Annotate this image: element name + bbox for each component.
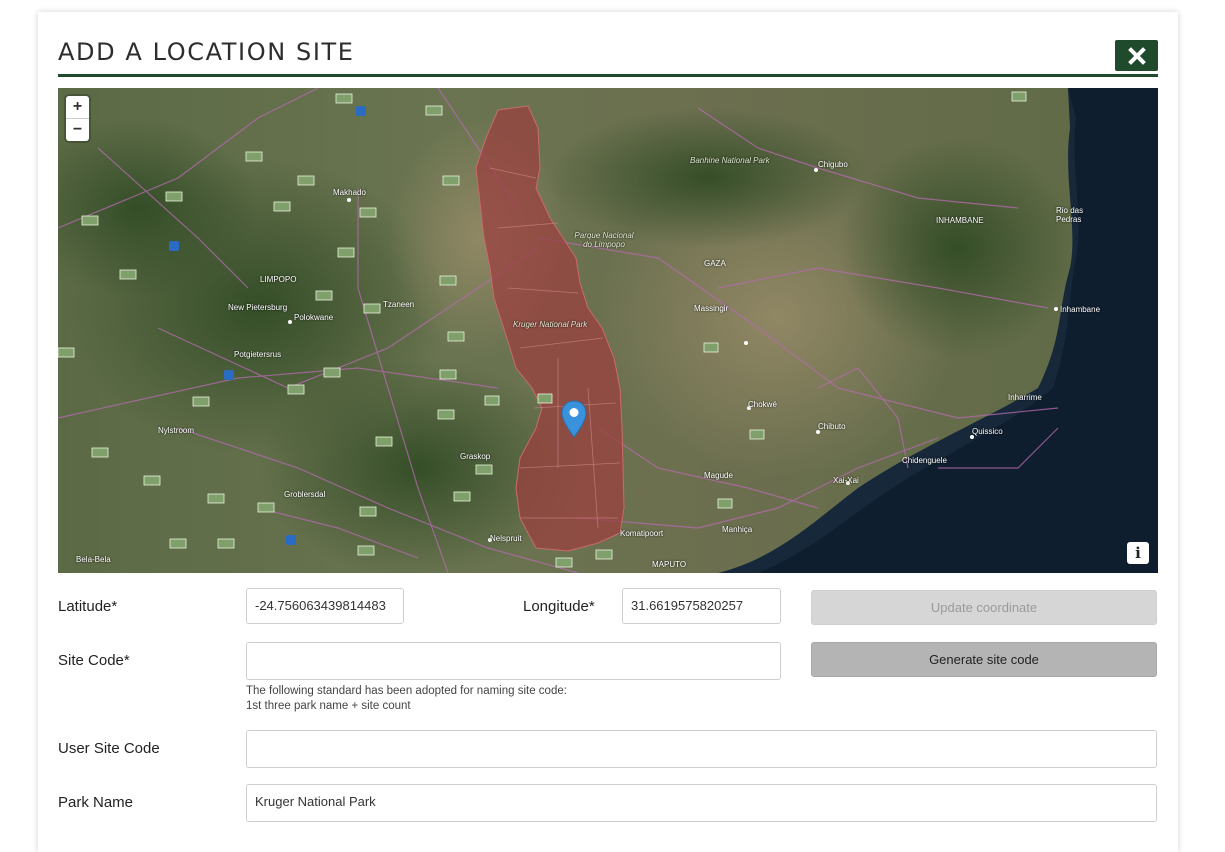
map-label-xai-xai: Xai-Xai bbox=[833, 476, 859, 485]
map-label-kruger: Kruger National Park bbox=[513, 320, 588, 329]
map-label-magude: Magude bbox=[704, 471, 733, 480]
user-site-code-label: User Site Code bbox=[58, 740, 160, 757]
map-label-chokwe: Chokwé bbox=[748, 400, 777, 409]
user-site-code-input[interactable] bbox=[246, 730, 1157, 768]
park-name-label: Park Name bbox=[58, 794, 134, 811]
map-label-inhambane-province: INHAMBANE bbox=[936, 216, 984, 225]
map-label-tzaneen: Tzaneen bbox=[383, 300, 415, 309]
map-label-inhambane: Inhambane bbox=[1060, 305, 1101, 314]
map-pin-icon[interactable] bbox=[561, 400, 587, 438]
map-label-komatipoort: Komatipoort bbox=[620, 529, 664, 538]
map-info-button[interactable]: i bbox=[1127, 542, 1149, 564]
site-code-label: Site Code* bbox=[58, 652, 130, 669]
map-label-limpopo: LIMPOPO bbox=[260, 275, 297, 284]
zoom-in-button[interactable]: + bbox=[66, 96, 89, 118]
add-location-site-modal: ADD A LOCATION SITE Makhado LIMPOPO New … bbox=[38, 12, 1178, 852]
map-label-graskop: Graskop bbox=[460, 452, 491, 461]
satellite-map bbox=[58, 88, 1158, 573]
longitude-input[interactable]: 31.6619575820257 bbox=[622, 588, 781, 624]
map-label-groblersdal: Groblersdal bbox=[284, 490, 326, 499]
generate-site-code-button[interactable]: Generate site code bbox=[811, 642, 1157, 677]
update-coordinate-button[interactable]: Update coordinate bbox=[811, 590, 1157, 625]
map-label-nylstroom: Nylstroom bbox=[158, 426, 195, 435]
map-label-banhine: Banhine National Park bbox=[690, 156, 770, 165]
longitude-label: Longitude* bbox=[523, 598, 595, 615]
latitude-input[interactable]: -24.756063439814483 bbox=[246, 588, 404, 624]
map-label-chigubo: Chigubo bbox=[818, 160, 848, 169]
times-icon bbox=[1127, 46, 1146, 65]
latitude-label: Latitude* bbox=[58, 598, 118, 615]
title-divider bbox=[58, 74, 1158, 77]
map-label-nelspruit: Nelspruit bbox=[490, 534, 522, 543]
map-label-gaza: GAZA bbox=[704, 259, 726, 268]
map-label-manhica: Manhiça bbox=[722, 525, 753, 534]
site-code-help-line-2: 1st three park name + site count bbox=[246, 700, 411, 712]
zoom-out-button[interactable]: − bbox=[66, 118, 89, 141]
map-label-parque-limpopo: Parque Nacional do Limpopo bbox=[574, 231, 634, 249]
map-label-bela-bela: Bela-Bela bbox=[76, 555, 111, 564]
map-label-chibuto: Chibuto bbox=[818, 422, 846, 431]
site-code-help-line-1: The following standard has been adopted … bbox=[246, 685, 567, 697]
map-label-chidenguele: Chidenguele bbox=[902, 456, 947, 465]
map-label-massingir: Massingir bbox=[694, 304, 729, 313]
map-label-makhado: Makhado bbox=[333, 188, 366, 197]
close-button[interactable] bbox=[1115, 40, 1158, 71]
map-label-potgietersrus: Potgietersrus bbox=[234, 350, 282, 359]
site-code-help: The following standard has been adopted … bbox=[246, 684, 567, 714]
map-label-quissico: Quissico bbox=[972, 427, 1003, 436]
modal-title: ADD A LOCATION SITE bbox=[58, 38, 355, 66]
site-code-input[interactable] bbox=[246, 642, 781, 680]
map-label-inharrime: Inharrime bbox=[1008, 393, 1042, 402]
map-label-maputo: MAPUTO bbox=[652, 560, 687, 569]
zoom-control: + − bbox=[66, 96, 89, 141]
map-label-rio-das-pedras: Rio das Pedras bbox=[1056, 206, 1084, 224]
map-view[interactable]: Makhado LIMPOPO New Pietersburg Polokwan… bbox=[58, 88, 1158, 573]
park-name-input[interactable]: Kruger National Park bbox=[246, 784, 1157, 822]
map-label-new-pietersburg: New Pietersburg bbox=[228, 303, 288, 312]
map-label-polokwane: Polokwane bbox=[294, 313, 334, 322]
